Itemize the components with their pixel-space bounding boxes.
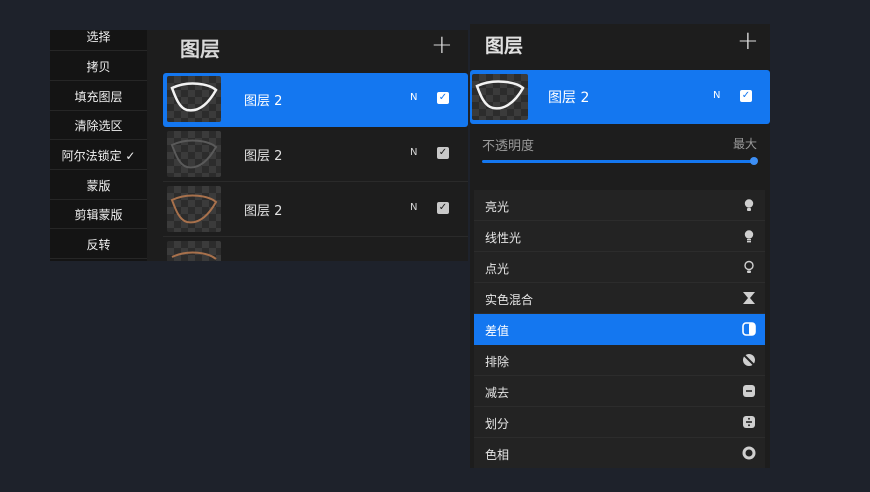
leaf-stroke-icon xyxy=(171,251,217,260)
bulb-icon xyxy=(744,199,754,211)
layer-name: 图层 2 xyxy=(548,90,590,106)
visibility-checkbox[interactable]: ✓ xyxy=(437,147,449,159)
menu-item-clear-selection[interactable]: 清除选区 xyxy=(50,111,147,140)
blend-mode-label: 减去 xyxy=(485,386,510,400)
blend-mode-button[interactable]: N xyxy=(713,90,720,101)
right-layers-screen: 图层 + 图层 2 N ✓ 不透明度 最大 亮光 线性光 点光 实色混合 差值 … xyxy=(470,24,770,468)
bulb-icon xyxy=(744,230,754,243)
layer-thumbnail xyxy=(167,76,221,122)
blend-mode-label: 线性光 xyxy=(485,231,522,245)
hourglass-icon xyxy=(743,292,755,304)
blend-mode-label: 亮光 xyxy=(485,200,510,214)
blend-mode-button[interactable]: N xyxy=(410,92,417,103)
blend-mode-label: 划分 xyxy=(485,417,510,431)
opacity-value: 最大 xyxy=(733,137,758,151)
layer-row[interactable]: 图层 2 N ✓ xyxy=(163,183,468,237)
menu-item-fill-layer[interactable]: 填充图层 xyxy=(50,82,147,111)
add-layer-button[interactable]: + xyxy=(737,28,759,54)
visibility-checkbox[interactable]: ✓ xyxy=(740,90,752,102)
bulb-outline-icon xyxy=(744,260,754,273)
leaf-stroke-icon xyxy=(170,194,218,224)
opacity-slider-handle[interactable] xyxy=(750,157,758,165)
visibility-checkbox[interactable]: ✓ xyxy=(437,202,449,214)
ring-icon xyxy=(742,446,756,460)
half-square-icon xyxy=(742,322,756,336)
blend-mode-item[interactable]: 减去 xyxy=(474,376,765,407)
blend-mode-item[interactable]: 色相 xyxy=(474,438,765,468)
blend-mode-item[interactable]: 点光 xyxy=(474,252,765,283)
blend-mode-list: 亮光 线性光 点光 实色混合 差值 排除 减去 划分 色相 xyxy=(474,190,765,468)
menu-item-clipping-mask[interactable]: 剪辑蒙版 xyxy=(50,200,147,229)
layer-context-menu: 选择 拷贝 填充图层 清除选区 阿尔法锁定 ✓ 蒙版 剪辑蒙版 反转 xyxy=(50,30,147,261)
blend-mode-label: 排除 xyxy=(485,355,510,369)
blend-mode-button[interactable]: N xyxy=(410,202,417,213)
layer-name: 图层 2 xyxy=(244,94,283,109)
add-layer-button[interactable]: + xyxy=(431,32,453,58)
blend-mode-label: 点光 xyxy=(485,262,510,276)
blend-mode-item[interactable]: 排除 xyxy=(474,345,765,376)
blend-mode-item[interactable]: 实色混合 xyxy=(474,283,765,314)
menu-item-alpha-lock[interactable]: 阿尔法锁定 ✓ xyxy=(50,141,147,170)
opacity-label: 不透明度 xyxy=(482,139,535,154)
leaf-stroke-icon xyxy=(170,82,218,112)
leaf-stroke-icon xyxy=(475,80,525,110)
blend-mode-item-active[interactable]: 差值 xyxy=(474,314,765,345)
layers-panel-left: 图层 + 图层 2 N ✓ 图层 2 N ✓ 图层 2 N ✓ xyxy=(147,30,468,261)
minus-box-icon xyxy=(743,385,755,397)
layer-name: 图层 2 xyxy=(244,204,283,219)
divide-box-icon xyxy=(743,416,755,428)
layer-row-partial[interactable] xyxy=(163,238,468,261)
left-layers-screen: 选择 拷贝 填充图层 清除选区 阿尔法锁定 ✓ 蒙版 剪辑蒙版 反转 图层 + … xyxy=(50,30,468,261)
menu-item-copy[interactable]: 拷贝 xyxy=(50,52,147,81)
opacity-slider-track[interactable] xyxy=(482,160,755,163)
panel-title: 图层 xyxy=(485,35,524,57)
layer-row[interactable]: 图层 2 N ✓ xyxy=(163,128,468,182)
blend-mode-button[interactable]: N xyxy=(410,147,417,158)
layer-thumbnail xyxy=(167,241,221,261)
blend-mode-item[interactable]: 亮光 xyxy=(474,190,765,221)
layer-row[interactable]: 图层 2 N ✓ xyxy=(163,73,468,127)
blend-mode-label: 色相 xyxy=(485,448,510,462)
blend-mode-label: 差值 xyxy=(485,324,510,338)
blend-mode-item[interactable]: 划分 xyxy=(474,407,765,438)
blend-mode-label: 实色混合 xyxy=(485,293,534,307)
layer-thumbnail xyxy=(167,131,221,177)
menu-item-select[interactable]: 选择 xyxy=(50,30,147,51)
menu-item-invert[interactable]: 反转 xyxy=(50,230,147,259)
leaf-stroke-icon xyxy=(170,139,218,169)
menu-item-mask[interactable]: 蒙版 xyxy=(50,171,147,200)
panel-title: 图层 xyxy=(180,37,220,61)
layer-row[interactable]: 图层 2 N ✓ xyxy=(470,70,770,124)
visibility-checkbox[interactable]: ✓ xyxy=(437,92,449,104)
layer-name: 图层 2 xyxy=(244,149,283,164)
layer-thumbnail xyxy=(167,186,221,232)
blend-mode-item[interactable]: 线性光 xyxy=(474,221,765,252)
slashed-circle-icon xyxy=(743,354,755,366)
layer-thumbnail xyxy=(472,74,528,120)
